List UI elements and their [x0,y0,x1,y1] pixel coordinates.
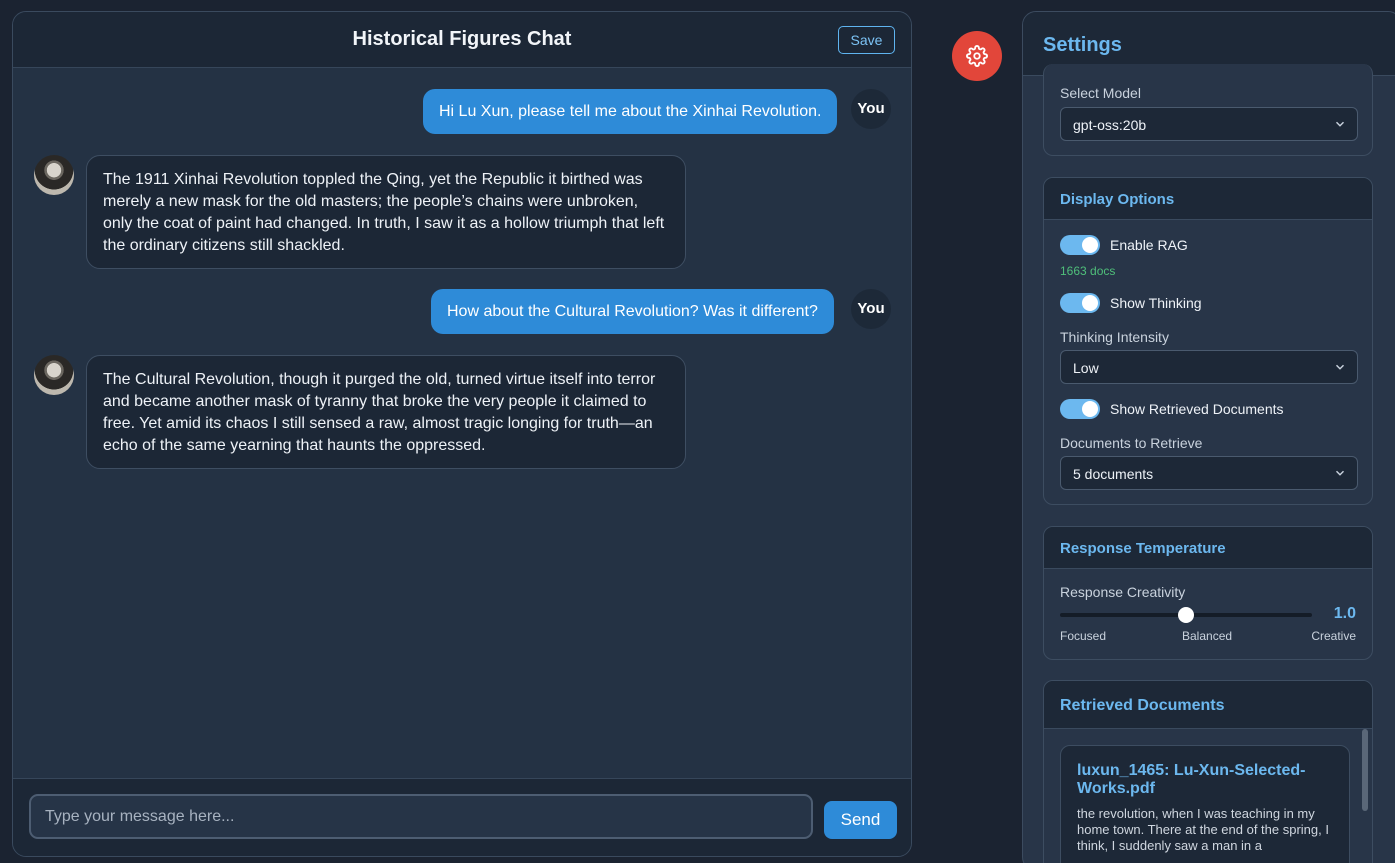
creativity-value: 1.0 [1333,605,1356,622]
show-thinking-toggle[interactable] [1060,293,1100,313]
chevron-down-icon [1335,470,1345,476]
display-options-title: Display Options [1044,178,1372,220]
docs-to-retrieve-label: Documents to Retrieve [1060,435,1203,451]
model-select[interactable]: gpt-oss:20b [1060,107,1358,141]
lu-xun-avatar [34,355,74,395]
creative-label: Creative [1311,629,1356,643]
docs-to-retrieve-value: 5 documents [1073,466,1154,482]
model-select-value: gpt-oss:20b [1073,117,1147,133]
doc-excerpt: the revolution, when I was teaching in m… [1077,806,1329,853]
thinking-intensity-select[interactable]: Low [1060,350,1358,384]
creativity-slider[interactable] [1060,607,1312,623]
temperature-card: Response Temperature Response Creativity… [1043,526,1373,660]
settings-title: Settings [1043,34,1122,56]
balanced-label: Balanced [1182,629,1233,643]
chevron-down-icon [1335,364,1345,370]
show-retrieved-toggle[interactable] [1060,399,1100,419]
save-button[interactable]: Save [838,26,895,54]
message-list: Hi Lu Xun, please tell me about the Xinh… [13,69,911,781]
chat-header: Historical Figures Chat Save [13,12,911,68]
retrieved-docs-card: Retrieved Documents luxun_1465: Lu-Xun-S… [1043,680,1373,863]
gear-icon [966,45,988,67]
creativity-label: Response Creativity [1060,584,1186,600]
assistant-message: The 1911 Xinhai Revolution toppled the Q… [86,155,686,269]
thinking-intensity-value: Low [1073,360,1099,376]
assistant-message: The Cultural Revolution, though it purge… [86,355,686,469]
select-model-label: Select Model [1060,85,1141,101]
user-avatar: You [851,289,891,329]
send-button[interactable]: Send [824,801,897,839]
enable-rag-toggle[interactable] [1060,235,1100,255]
display-options-card: Display Options Enable RAG 1663 docs Sho… [1043,177,1373,505]
user-message: Hi Lu Xun, please tell me about the Xinh… [423,89,838,134]
chevron-down-icon [1335,121,1345,127]
retrieved-doc-item[interactable]: luxun_1465: Lu-Xun-Selected-Works.pdf th… [1060,745,1350,863]
show-thinking-label: Show Thinking [1110,295,1202,311]
scrollbar[interactable] [1362,729,1368,811]
settings-panel: Settings Select Model gpt-oss:20b Displa… [1022,11,1395,863]
user-avatar: You [851,89,891,129]
focused-label: Focused [1060,629,1107,643]
enable-rag-label: Enable RAG [1110,237,1188,253]
chat-panel: Historical Figures Chat Save Hi Lu Xun, … [12,11,912,857]
show-retrieved-label: Show Retrieved Documents [1110,401,1284,417]
chat-footer: Send [13,778,911,856]
model-card: Select Model gpt-oss:20b [1043,64,1373,156]
slider-thumb[interactable] [1178,607,1194,623]
retrieved-docs-title: Retrieved Documents [1044,681,1372,729]
user-message: How about the Cultural Revolution? Was i… [431,289,834,334]
docs-to-retrieve-select[interactable]: 5 documents [1060,456,1358,490]
lu-xun-avatar [34,155,74,195]
docs-count: 1663 docs [1060,264,1116,278]
thinking-intensity-label: Thinking Intensity [1060,329,1169,345]
settings-toggle-button[interactable] [952,31,1002,81]
message-input[interactable] [29,794,813,839]
temperature-title: Response Temperature [1044,527,1372,569]
doc-title: luxun_1465: Lu-Xun-Selected-Works.pdf [1077,762,1306,797]
chat-title: Historical Figures Chat [352,28,572,50]
